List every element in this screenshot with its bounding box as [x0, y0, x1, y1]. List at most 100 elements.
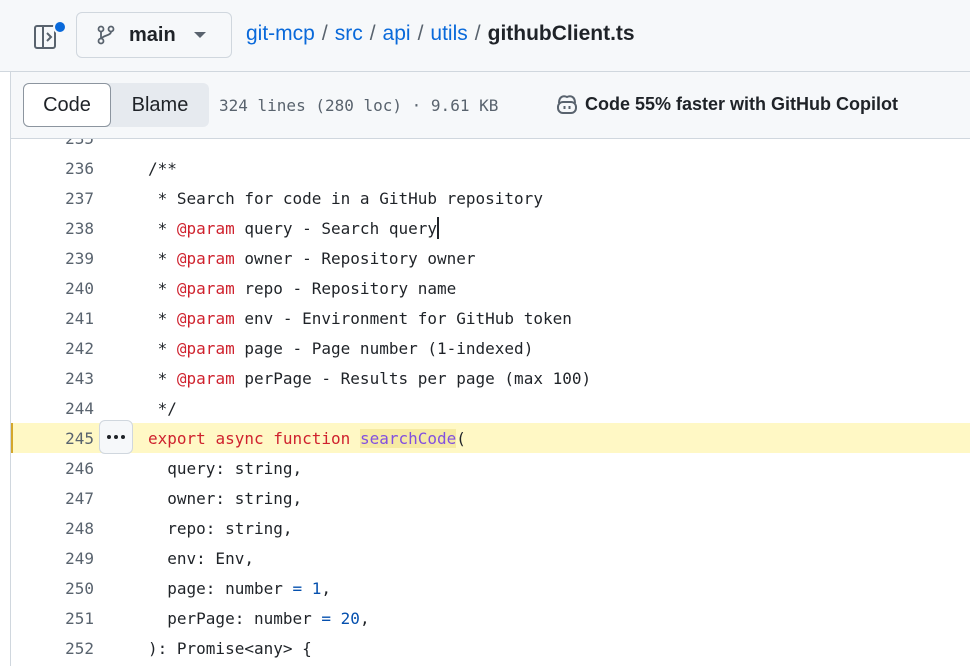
jsdoc-tag: @param	[176, 369, 235, 388]
breadcrumb-current-file: githubClient.ts	[487, 22, 635, 45]
jsdoc-tag: @param	[176, 249, 235, 268]
jsdoc-tag: @param	[176, 309, 235, 328]
jsdoc-text: query - Search query	[234, 219, 437, 238]
code-view[interactable]: 235 236 /** 237 * Search for code in a G…	[10, 139, 970, 666]
line-number[interactable]: 248	[11, 519, 94, 538]
code-line: 246 query: string,	[11, 453, 970, 483]
jsdoc-tag: @param	[176, 279, 235, 298]
code-line: 239 * @param owner - Repository owner	[11, 243, 970, 273]
line-number[interactable]: 240	[11, 279, 94, 298]
line-number[interactable]: 247	[11, 489, 94, 508]
code-line: 250 page: number = 1,	[11, 573, 970, 603]
line-number[interactable]: 243	[11, 369, 94, 388]
code-line: 247 owner: string,	[11, 483, 970, 513]
keyword: function	[273, 429, 351, 448]
code-line: 237 * Search for code in a GitHub reposi…	[11, 183, 970, 213]
line-number[interactable]: 250	[11, 579, 94, 598]
keyword: export	[148, 429, 206, 448]
code-line: 235	[11, 139, 970, 153]
breadcrumb: git-mcp / src / api / utils / githubClient.ts	[246, 22, 635, 46]
line-number[interactable]: 235	[11, 139, 94, 148]
file-header: main git-mcp / src / api / utils / githubClient.…	[0, 0, 970, 72]
breadcrumb-src-link[interactable]: src	[335, 22, 363, 45]
code-line: 236 /**	[11, 153, 970, 183]
line-number[interactable]: 238	[11, 219, 94, 238]
code-line: 244 */	[11, 393, 970, 423]
code-text: * Search for code in a GitHub repository	[148, 189, 543, 208]
copilot-icon	[557, 95, 577, 114]
number-literal: 20	[340, 609, 360, 628]
jsdoc-tag: @param	[176, 219, 235, 238]
code-line: 243 * @param perPage - Results per page …	[11, 363, 970, 393]
code-text: page: number = 1,	[148, 579, 331, 598]
code-line: 241 * @param env - Environment for GitHu…	[11, 303, 970, 333]
line-number[interactable]: 244	[11, 399, 94, 418]
operator: =	[292, 579, 303, 598]
code-punct: ,	[359, 609, 370, 628]
breadcrumb-utils-link[interactable]: utils	[430, 22, 467, 45]
more-options-icon	[107, 435, 111, 439]
breadcrumb-separator: /	[474, 22, 481, 45]
line-number[interactable]: 239	[11, 249, 94, 268]
code-text: owner: string,	[148, 489, 303, 508]
operator: =	[321, 609, 332, 628]
code-text: * @param perPage - Results per page (max…	[148, 369, 592, 388]
line-number[interactable]: 246	[11, 459, 94, 478]
notification-dot	[53, 20, 67, 34]
chevron-down-icon	[193, 32, 206, 38]
code-line: 242 * @param page - Page number (1-index…	[11, 333, 970, 363]
code-text: * @param env - Environment for GitHub to…	[148, 309, 572, 328]
view-mode-toggle: Code Blame	[23, 83, 209, 127]
code-text: /**	[148, 159, 177, 178]
breadcrumb-separator: /	[321, 22, 328, 45]
jsdoc-text: owner - Repository owner	[234, 249, 476, 268]
code-text: * @param owner - Repository owner	[148, 249, 476, 268]
line-number[interactable]: 241	[11, 309, 94, 328]
code-line: 248 repo: string,	[11, 513, 970, 543]
copilot-promo-label: Code 55% faster with GitHub Copilot	[585, 93, 899, 114]
code-part: perPage: number	[148, 609, 322, 628]
function-name[interactable]: searchCode	[359, 429, 457, 448]
code-text: * @param repo - Repository name	[148, 279, 457, 298]
code-line-highlighted: 245 export async function searchCode(	[11, 420, 970, 454]
code-view-button[interactable]: Code	[23, 83, 111, 127]
line-number[interactable]: 237	[11, 189, 94, 208]
jsdoc-text: env - Environment for GitHub token	[234, 309, 572, 328]
line-number[interactable]: 245	[11, 429, 94, 448]
number-literal: 1	[311, 579, 322, 598]
keyword: async	[215, 429, 264, 448]
code-line: 240 * @param repo - Repository name	[11, 273, 970, 303]
breadcrumb-separator: /	[369, 22, 376, 45]
code-text: * @param page - Page number (1-indexed)	[148, 339, 534, 358]
git-branch-icon	[97, 25, 115, 45]
file-metadata: 324 lines (280 loc) · 9.61 KB	[219, 96, 499, 115]
file-toolbar: Code Blame 324 lines (280 loc) · 9.61 KB…	[10, 72, 970, 139]
code-text: query: string,	[148, 459, 303, 478]
code-line: 249 env: Env,	[11, 543, 970, 573]
line-number[interactable]: 236	[11, 159, 94, 178]
copilot-promo-link[interactable]: Code 55% faster with GitHub Copilot	[555, 93, 898, 115]
more-options-button[interactable]	[99, 420, 133, 454]
line-number[interactable]: 242	[11, 339, 94, 358]
code-text: perPage: number = 20,	[148, 609, 370, 628]
expand-file-tree-button[interactable]	[30, 20, 67, 52]
code-punct: (	[456, 429, 466, 448]
code-punct: ,	[321, 579, 332, 598]
line-number[interactable]: 251	[11, 609, 94, 628]
code-line: 251 perPage: number = 20,	[11, 603, 970, 633]
code-text: * @param query - Search query	[148, 216, 439, 239]
breadcrumb-repo-link[interactable]: git-mcp	[246, 22, 315, 45]
code-text: env: Env,	[148, 549, 254, 568]
blame-view-button[interactable]: Blame	[111, 83, 209, 127]
breadcrumb-api-link[interactable]: api	[383, 22, 411, 45]
branch-selector[interactable]: main	[76, 12, 232, 58]
text-cursor	[437, 216, 439, 239]
code-text: repo: string,	[148, 519, 293, 538]
code-line: 252 ): Promise<any> {	[11, 633, 970, 663]
jsdoc-tag: @param	[176, 339, 235, 358]
line-number[interactable]: 252	[11, 639, 94, 658]
line-number[interactable]: 249	[11, 549, 94, 568]
breadcrumb-separator: /	[417, 22, 424, 45]
code-part: page: number	[148, 579, 293, 598]
code-line: 238 * @param query - Search query	[11, 213, 970, 243]
